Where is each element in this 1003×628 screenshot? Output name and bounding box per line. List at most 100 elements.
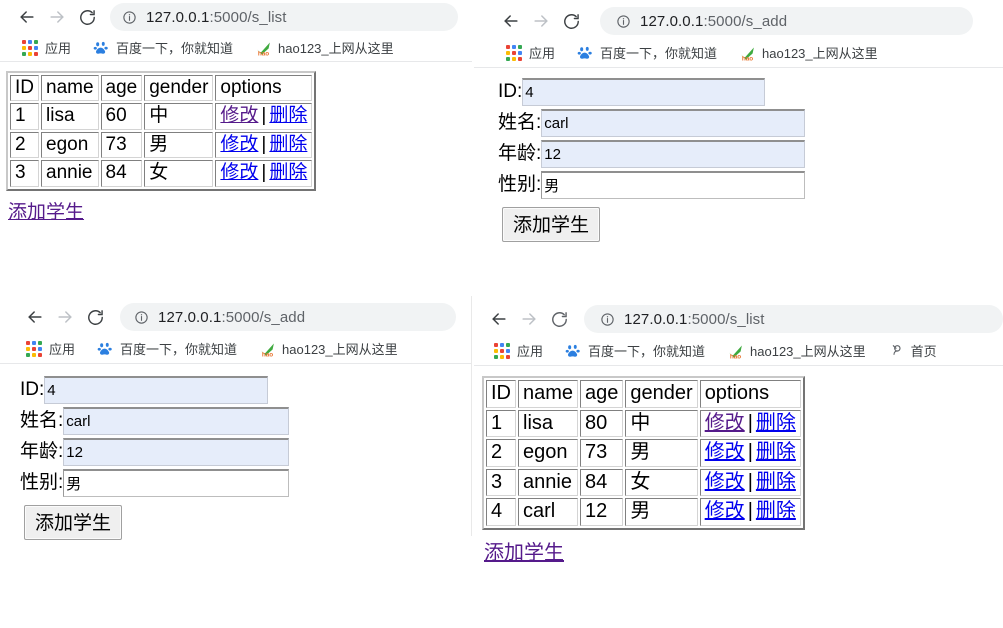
- edit-link[interactable]: 修改: [705, 471, 745, 493]
- bookmark-apps[interactable]: 应用: [494, 341, 543, 360]
- site-info-icon[interactable]: [122, 10, 137, 25]
- age-field[interactable]: [541, 140, 806, 168]
- edit-link[interactable]: 修改: [705, 412, 745, 434]
- table-row: 3 annie 84 女 修改 | 删除: [486, 468, 801, 497]
- bookmark-apps[interactable]: 应用: [22, 38, 71, 57]
- site-info-icon[interactable]: [134, 310, 149, 325]
- add-student-link[interactable]: 添加学生: [8, 197, 84, 224]
- delete-link[interactable]: 删除: [269, 162, 307, 183]
- bookmark-hao123[interactable]: hao hao123_上网从这里: [739, 43, 878, 62]
- bookmark-baidu[interactable]: 百度一下，你就知道: [93, 38, 233, 57]
- address-bar[interactable]: 127.0.0.1:5000/s_list: [584, 305, 1003, 333]
- cell-age: 84: [580, 468, 624, 497]
- edit-link[interactable]: 修改: [705, 441, 745, 463]
- cell-gender: 男: [625, 439, 698, 467]
- add-student-button[interactable]: 添加学生: [502, 207, 601, 242]
- person-search-glyph: [892, 344, 901, 355]
- bookmark-label: 应用: [49, 342, 76, 357]
- delete-link[interactable]: 删除: [269, 105, 307, 126]
- name-field[interactable]: [63, 407, 290, 435]
- gender-field[interactable]: [63, 469, 290, 497]
- col-options: options: [699, 380, 801, 408]
- bookmark-baidu[interactable]: 百度一下，你就知道: [577, 43, 717, 62]
- add-student-link[interactable]: 添加学生: [484, 536, 564, 565]
- apps-grid-icon: [26, 340, 42, 357]
- edit-link[interactable]: 修改: [220, 134, 258, 155]
- page-content: ID: 姓名: 年龄: 性别: 添加学生: [0, 364, 472, 540]
- bookmark-home[interactable]: 首页: [888, 341, 937, 360]
- bookmark-baidu[interactable]: 百度一下，你就知道: [97, 339, 237, 358]
- delete-link[interactable]: 删除: [756, 441, 796, 463]
- table-row: 2 egon 73 男 修改 | 删除: [10, 131, 313, 159]
- cell-options: 修改 | 删除: [215, 160, 313, 187]
- table-row: 1 lisa 60 中 修改 | 删除: [10, 103, 313, 130]
- bookmark-label: hao123_上网从这里: [750, 344, 866, 359]
- reload-button[interactable]: [72, 2, 102, 32]
- address-bar[interactable]: 127.0.0.1:5000/s_add: [600, 7, 973, 35]
- options-separator: |: [261, 105, 267, 127]
- gender-field[interactable]: [541, 171, 806, 199]
- forward-button[interactable]: [50, 302, 80, 332]
- back-button[interactable]: [484, 304, 514, 334]
- id-field[interactable]: [522, 78, 766, 106]
- site-info-icon[interactable]: [600, 312, 615, 327]
- svg-text:hao: hao: [262, 351, 273, 357]
- address-bar-url: 127.0.0.1:5000/s_list: [146, 9, 287, 26]
- reload-button[interactable]: [80, 302, 110, 332]
- delete-link[interactable]: 删除: [756, 412, 796, 434]
- url-host: 127.0.0.1: [146, 8, 210, 26]
- field-label-id: ID:: [20, 379, 45, 400]
- cell-age: 80: [580, 409, 624, 438]
- add-student-button[interactable]: 添加学生: [24, 505, 123, 540]
- back-button[interactable]: [20, 302, 50, 332]
- edit-link[interactable]: 修改: [705, 500, 745, 522]
- bookmark-hao123[interactable]: hao hao123_上网从这里: [259, 339, 398, 358]
- bookmark-hao123[interactable]: hao hao123_上网从这里: [255, 38, 394, 57]
- bookmark-apps[interactable]: 应用: [506, 43, 555, 62]
- id-field[interactable]: [44, 376, 269, 404]
- address-bar[interactable]: 127.0.0.1:5000/s_list: [110, 3, 458, 31]
- delete-link[interactable]: 删除: [269, 134, 307, 155]
- bookmark-label: 应用: [45, 41, 72, 56]
- browser-chrome-bottom-right: 127.0.0.1:5000/s_list 应用 百度一下，你就知道 hao h…: [474, 296, 1003, 366]
- baidu-paw-glyph: [97, 342, 112, 355]
- site-info-icon[interactable]: [616, 14, 631, 29]
- col-age: age: [580, 380, 624, 408]
- info-circle-icon: [123, 10, 136, 24]
- bookmark-label: 百度一下，你就知道: [120, 342, 238, 357]
- url-host: 127.0.0.1: [640, 12, 704, 30]
- reload-button[interactable]: [556, 6, 586, 36]
- baidu-paw-icon: [97, 341, 113, 357]
- bookmark-baidu[interactable]: 百度一下，你就知道: [565, 341, 705, 360]
- url-path: :5000/s_list: [209, 8, 287, 26]
- back-button[interactable]: [496, 6, 526, 36]
- browser-panel-top-left: 127.0.0.1:5000/s_list 应用 百度一下，你就知道 hao h…: [0, 0, 472, 292]
- delete-link[interactable]: 删除: [756, 500, 796, 522]
- cell-gender: 中: [144, 103, 214, 130]
- browser-chrome-bottom-left: 127.0.0.1:5000/s_add 应用 百度一下，你就知道 hao ha…: [0, 296, 472, 364]
- address-bar[interactable]: 127.0.0.1:5000/s_add: [120, 303, 456, 331]
- cell-id: 2: [10, 131, 39, 159]
- back-button[interactable]: [12, 2, 42, 32]
- cell-options: 修改 | 删除: [215, 103, 313, 130]
- edit-link[interactable]: 修改: [220, 105, 258, 126]
- bookmark-label: 应用: [517, 344, 544, 359]
- age-field[interactable]: [63, 438, 290, 466]
- bookmark-apps[interactable]: 应用: [26, 339, 75, 358]
- forward-button[interactable]: [526, 6, 556, 36]
- cell-gender: 男: [625, 498, 698, 526]
- cell-gender: 女: [144, 160, 214, 187]
- baidu-paw-glyph: [577, 46, 592, 59]
- nav-row: 127.0.0.1:5000/s_list: [0, 0, 472, 34]
- forward-button[interactable]: [42, 2, 72, 32]
- reload-button[interactable]: [544, 304, 574, 334]
- forward-button[interactable]: [514, 304, 544, 334]
- arrow-left-icon: [20, 11, 34, 23]
- cell-id: 4: [486, 498, 516, 526]
- edit-link[interactable]: 修改: [220, 162, 258, 183]
- name-field[interactable]: [541, 109, 806, 137]
- nav-row: 127.0.0.1:5000/s_add: [0, 300, 472, 334]
- delete-link[interactable]: 删除: [756, 471, 796, 493]
- hao123-check-icon: hao: [739, 45, 755, 62]
- bookmark-hao123[interactable]: hao hao123_上网从这里: [727, 341, 866, 360]
